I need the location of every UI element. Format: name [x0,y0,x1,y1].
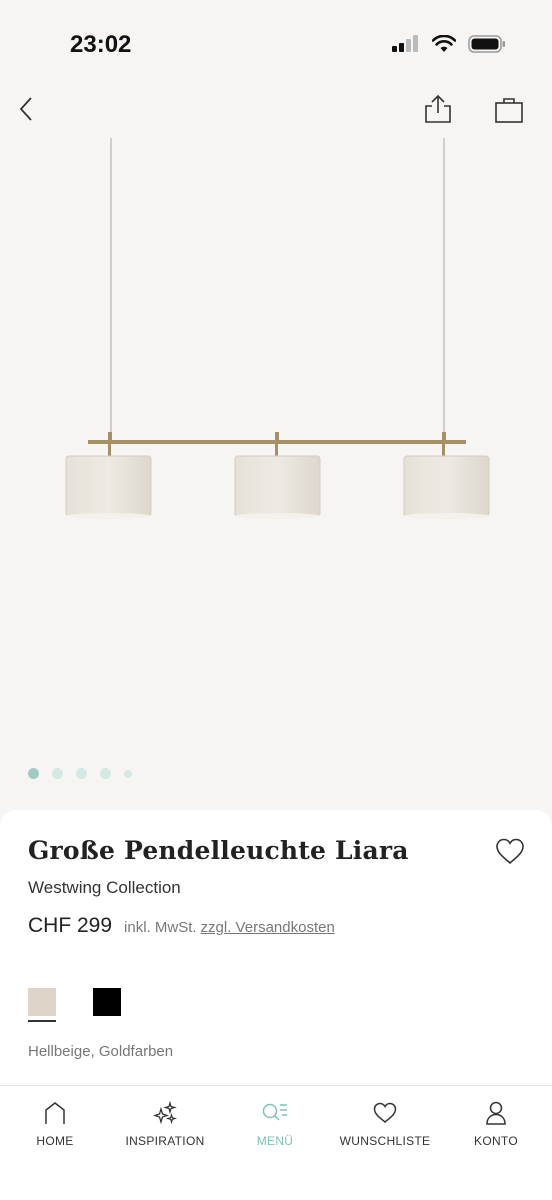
tab-label: KONTO [474,1134,518,1148]
tab-label: HOME [36,1134,74,1148]
sparkles-icon [152,1100,178,1125]
color-swatch-hellbeige[interactable] [28,988,56,1016]
tab-label: INSPIRATION [125,1134,205,1148]
tab-menu[interactable]: MENÜ [220,1100,330,1148]
brand-name[interactable]: Westwing Collection [28,878,181,898]
chevron-left-icon [19,97,32,121]
back-button[interactable] [14,94,38,124]
vat-note: inkl. MwSt. [124,919,197,936]
product-image-gallery[interactable] [0,130,552,800]
pagination-dot[interactable] [124,769,132,778]
status-time: 23:02 [70,31,132,58]
shipping-costs-link[interactable]: zzgl. Versandkosten [201,919,335,936]
heart-icon [373,1102,397,1123]
product-title: Große Pendelleuchte Liara [28,836,409,865]
gallery-pagination [28,768,132,779]
tab-label: MENÜ [256,1134,294,1148]
cart-button[interactable] [493,94,525,124]
home-icon [45,1102,65,1124]
tab-label: WUNSCHLISTE [339,1134,431,1148]
tab-account[interactable]: KONTO [441,1100,551,1148]
price-row: CHF 299 inkl. MwSt. zzgl. Versandkosten [28,914,335,938]
status-bar: 23:02 [0,0,552,80]
pagination-dot[interactable] [76,768,87,779]
product-info-sheet: Große Pendelleuchte Liara Westwing Colle… [0,810,552,1100]
share-button[interactable] [422,93,454,125]
pagination-dot[interactable] [100,768,111,779]
price: CHF 299 [28,914,113,937]
pagination-dot[interactable] [28,768,39,779]
color-swatch-schwarz[interactable] [93,988,121,1016]
selected-color-name: Hellbeige, Goldfarben [28,1043,174,1060]
tab-home[interactable]: HOME [0,1100,110,1148]
tab-wishlist[interactable]: WUNSCHLISTE [330,1100,440,1148]
pagination-dot[interactable] [52,768,63,779]
heart-icon [496,838,524,865]
product-image [65,138,490,519]
search-menu-icon [262,1103,287,1121]
share-icon [425,94,451,123]
wishlist-button[interactable] [494,836,526,866]
bottom-tab-bar: HOME INSPIRATION MENÜ WUNSCHLISTE KONTO [0,1085,552,1200]
signal-icon [392,35,418,52]
shopping-bag-icon [495,98,523,123]
status-icons [392,34,506,54]
tab-inspiration[interactable]: INSPIRATION [110,1100,220,1148]
user-icon [486,1101,506,1125]
swatch-selected-indicator [28,1020,56,1022]
wifi-icon [432,35,456,52]
battery-icon [468,35,505,53]
